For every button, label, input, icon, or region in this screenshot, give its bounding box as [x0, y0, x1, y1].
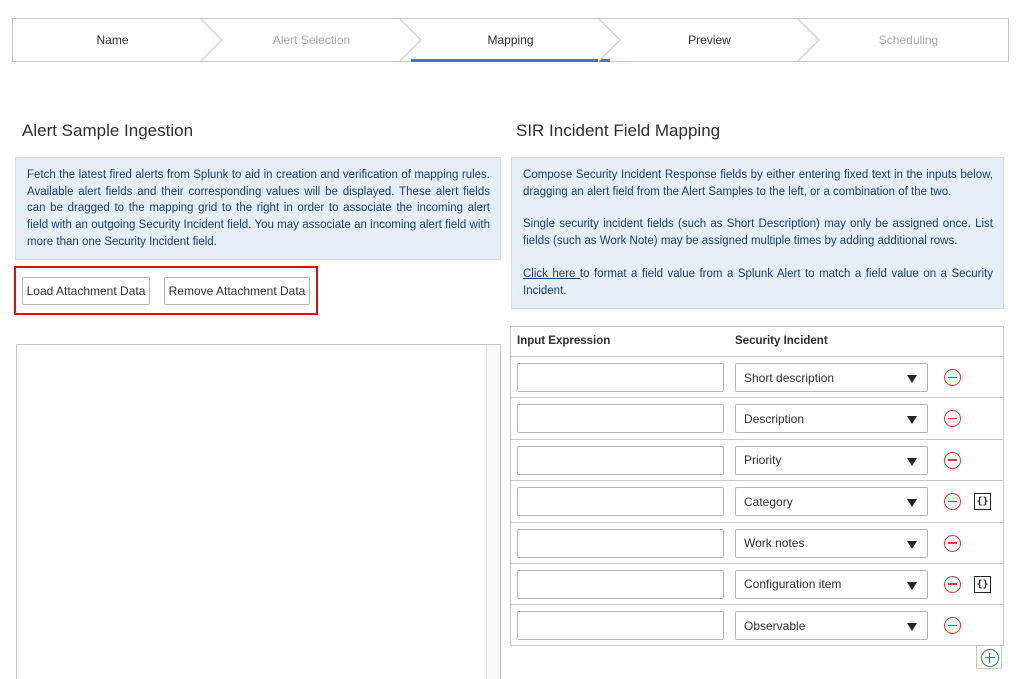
- input-expression-field[interactable]: [517, 445, 724, 475]
- info-paragraph: Compose Security Incident Response field…: [523, 169, 993, 198]
- mapping-row: Work notes: [511, 523, 1003, 564]
- step-separator-icon: [797, 18, 820, 62]
- input-expression-field[interactable]: [517, 611, 724, 641]
- wizard-steps: Name Alert Selection Mapping Preview Sch…: [12, 18, 1009, 62]
- select-value: Category: [744, 494, 793, 509]
- add-row-button[interactable]: [976, 645, 1002, 669]
- caret-down-icon: [907, 499, 917, 508]
- minus-circle-icon[interactable]: [944, 534, 961, 552]
- select-value: Priority: [744, 453, 782, 468]
- mapping-row: Priority: [511, 440, 1003, 482]
- mapping-grid: Input Expression Security Incident Short…: [510, 326, 1004, 646]
- alert-sample-panel: [16, 344, 501, 679]
- input-expression-field[interactable]: [517, 487, 724, 517]
- field-mapping-info: Compose Security Incident Response field…: [511, 157, 1004, 309]
- step-label: Preview: [688, 33, 731, 47]
- select-value: Description: [744, 411, 805, 426]
- input-expression-field[interactable]: [517, 404, 724, 434]
- caret-down-icon: [907, 375, 917, 383]
- info-paragraph: Single security incident fields (such as…: [523, 218, 993, 248]
- input-expression-header: Input Expression: [517, 335, 611, 347]
- step-name[interactable]: Name: [13, 18, 223, 62]
- minus-circle-icon[interactable]: [944, 369, 961, 386]
- step-separator-icon: [200, 18, 223, 62]
- grid-header: Input Expression Security Incident: [511, 327, 1003, 357]
- info-link-text: to format a field value from a Splunk Al…: [523, 267, 993, 297]
- caret-down-icon: [907, 416, 917, 425]
- input-expression-field[interactable]: [517, 569, 724, 599]
- security-incident-select[interactable]: Description: [735, 404, 928, 434]
- select-value: Observable: [744, 618, 806, 633]
- mapping-row: Short description: [511, 357, 1003, 399]
- minus-circle-icon[interactable]: [944, 451, 961, 469]
- step-label: Scheduling: [878, 33, 939, 47]
- minus-circle-icon[interactable]: [944, 575, 961, 593]
- mapping-row: Category {}: [511, 481, 1003, 523]
- braces-icon[interactable]: {}: [974, 493, 991, 511]
- step-separator-icon: [399, 18, 422, 62]
- click-here-link[interactable]: Click here: [523, 268, 580, 280]
- step-label: Mapping: [487, 33, 534, 47]
- select-value: Work notes: [744, 536, 805, 551]
- alert-sample-title: Alert Sample Ingestion: [22, 121, 194, 140]
- security-incident-select[interactable]: Work notes: [735, 528, 928, 558]
- caret-down-icon: [907, 581, 917, 590]
- security-incident-select[interactable]: Observable: [735, 611, 928, 641]
- security-incident-select[interactable]: Priority: [735, 445, 928, 475]
- step-label: Name: [96, 33, 129, 47]
- load-attachment-button[interactable]: Load Attachment Data: [22, 277, 150, 305]
- select-value: Short description: [744, 370, 835, 385]
- step-alert-selection[interactable]: Alert Selection: [212, 18, 422, 62]
- mapping-row: Configuration item {}: [511, 564, 1003, 606]
- caret-down-icon: [907, 623, 917, 632]
- input-expression-field[interactable]: [517, 528, 724, 558]
- security-incident-select[interactable]: Short description: [735, 363, 928, 392]
- step-mapping[interactable]: Mapping: [411, 18, 621, 62]
- braces-icon[interactable]: {}: [974, 575, 991, 593]
- security-incident-header: Security Incident: [735, 335, 828, 347]
- minus-circle-icon[interactable]: [944, 410, 961, 428]
- minus-circle-icon[interactable]: [944, 617, 961, 635]
- step-separator-icon: [598, 18, 621, 62]
- select-value: Configuration item: [744, 577, 842, 592]
- security-incident-select[interactable]: Category: [735, 487, 928, 517]
- step-scheduling[interactable]: Scheduling: [809, 19, 1008, 61]
- plus-circle-icon: [981, 649, 999, 667]
- info-paragraph: Click here to format a field value from …: [523, 266, 993, 299]
- security-incident-select[interactable]: Configuration item: [735, 569, 928, 599]
- input-expression-field[interactable]: [517, 363, 724, 392]
- mapping-row: Observable: [511, 605, 1003, 646]
- step-label: Alert Selection: [272, 33, 351, 47]
- caret-down-icon: [907, 457, 917, 466]
- remove-attachment-button[interactable]: Remove Attachment Data: [164, 277, 310, 305]
- scrollbar[interactable]: [486, 345, 500, 679]
- minus-circle-icon[interactable]: [944, 493, 961, 511]
- step-preview[interactable]: Preview: [610, 18, 820, 62]
- mapping-row: Description: [511, 398, 1003, 440]
- caret-down-icon: [907, 540, 917, 549]
- alert-sample-info: Fetch the latest fired alerts from Splun…: [15, 157, 501, 260]
- field-mapping-title: SIR Incident Field Mapping: [516, 121, 721, 140]
